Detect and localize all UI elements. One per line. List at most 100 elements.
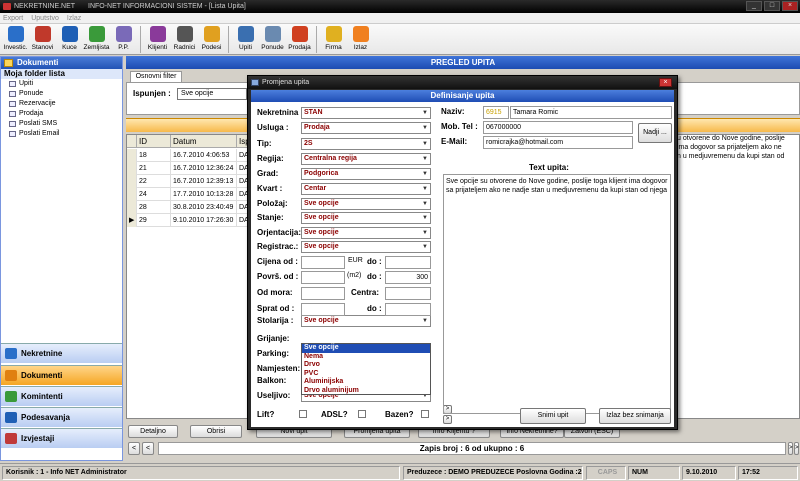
toolbar-button-prodaja[interactable]: Prodaja	[286, 24, 313, 55]
nekretnina-select[interactable]: STAN ▼	[301, 107, 431, 119]
lift-checkbox[interactable]	[299, 410, 307, 418]
cijena-to-input[interactable]	[385, 256, 431, 269]
tree-item-poslati-email[interactable]: Poslati Email	[1, 129, 122, 139]
odmora-input[interactable]	[301, 287, 345, 300]
dropdown-option[interactable]: Drvo	[302, 361, 430, 370]
toolbar-button-stanovi[interactable]: Stanovi	[29, 24, 56, 55]
dropdown-option[interactable]: Aluminijska	[302, 378, 430, 387]
cijena-from-input[interactable]	[301, 256, 345, 269]
tree-item-poslati-sms[interactable]: Poslati SMS	[1, 119, 122, 129]
bazen-checkbox[interactable]	[421, 410, 429, 418]
chevron-down-icon[interactable]: ▼	[421, 229, 429, 237]
menu-izlaz[interactable]: Izlaz	[67, 13, 81, 23]
table-row[interactable]: ▶ 29 9.10.2010 17:26:30 DA	[127, 214, 257, 227]
stolarija-select[interactable]: Sve opcije ▼	[301, 315, 431, 327]
toolbar-button-radnici[interactable]: Radnici	[171, 24, 198, 55]
tree-item-prodaja[interactable]: Prodaja	[1, 109, 122, 119]
table-row[interactable]: 21 16.7.2010 12:36:24 DA	[127, 162, 257, 175]
toolbar-button-podesi[interactable]: Podesi	[198, 24, 225, 55]
usluga-select[interactable]: Prodaja ▼	[301, 122, 431, 134]
maximize-icon[interactable]: □	[764, 1, 780, 11]
last-record-button[interactable]: >	[794, 442, 799, 455]
nav-komintenti[interactable]: Komintenti	[1, 386, 122, 406]
povrs-to-input[interactable]: 300	[385, 271, 431, 284]
menu-uputstvo[interactable]: Uputstvo	[31, 13, 59, 23]
exit-without-save-button[interactable]: Izlaz bez snimanja	[599, 408, 671, 424]
table-row[interactable]: 28 30.8.2010 23:40:49 DA	[127, 201, 257, 214]
column-header-id[interactable]: ID	[137, 135, 171, 148]
nav-podesavanja[interactable]: Podesavanja	[1, 407, 122, 427]
toolbar-button-pp[interactable]: P.P.	[110, 24, 137, 55]
nadji-button[interactable]: Nadji ...	[638, 123, 672, 143]
toolbar-button-upiti[interactable]: Upiti	[232, 24, 259, 55]
centra-input[interactable]	[385, 287, 431, 300]
row-selector[interactable]	[127, 162, 137, 175]
obrisi-button[interactable]: Obrisi	[190, 425, 242, 438]
kvart-select[interactable]: Centar ▼	[301, 183, 431, 195]
polozaj-select[interactable]: Sve opcije ▼	[301, 198, 431, 210]
row-selector[interactable]	[127, 201, 137, 214]
chevron-down-icon[interactable]: ▼	[421, 155, 429, 163]
tree-item-upiti[interactable]: Upiti	[1, 79, 122, 89]
orjentacija-select[interactable]: Sve opcije ▼	[301, 227, 431, 239]
tab-basic-filter[interactable]: Osnovni filter	[130, 71, 182, 82]
nav-nekretnine[interactable]: Nekretnine	[1, 343, 122, 363]
chevron-down-icon[interactable]: ▼	[421, 124, 429, 132]
naziv-input[interactable]: Tamara Romic	[510, 106, 672, 119]
scroll-down-button[interactable]: >	[443, 415, 452, 424]
chevron-down-icon[interactable]: ▼	[421, 200, 429, 208]
table-row[interactable]: 22 16.7.2010 12:39:13 DA	[127, 175, 257, 188]
menu-export[interactable]: Export	[3, 13, 23, 23]
stanje-select[interactable]: Sve opcije ▼	[301, 212, 431, 224]
toolbar-button-investic[interactable]: Investic.	[2, 24, 29, 55]
chevron-down-icon[interactable]: ▼	[421, 214, 429, 222]
sprat-to-input[interactable]	[385, 303, 431, 316]
row-selector[interactable]: ▶	[127, 214, 137, 227]
registrac-select[interactable]: Sve opcije ▼	[301, 241, 431, 253]
nav-dokumenti[interactable]: Dokumenti	[1, 365, 122, 385]
regija-select[interactable]: Centralna regija ▼	[301, 153, 431, 165]
detaljno-button[interactable]: Detaljno	[128, 425, 178, 438]
dropdown-option[interactable]: Sve opcije	[302, 344, 430, 353]
dropdown-option[interactable]: Drvo aluminijum	[302, 387, 430, 396]
dialog-close-icon[interactable]: ×	[659, 78, 672, 87]
column-header-datum[interactable]: Datum	[171, 135, 237, 148]
chevron-down-icon[interactable]: ▼	[421, 185, 429, 193]
mob-input[interactable]: 067000000	[483, 121, 633, 134]
save-button[interactable]: Snimi upit	[520, 408, 586, 424]
toolbar-button-zemljista[interactable]: Zemljista	[83, 24, 110, 55]
close-icon[interactable]: ×	[782, 1, 798, 11]
tree-item-ponude[interactable]: Ponude	[1, 89, 122, 99]
row-selector[interactable]	[127, 188, 137, 201]
email-input[interactable]: romicrajka@hotmail.com	[483, 136, 633, 149]
chevron-down-icon[interactable]: ▼	[421, 140, 429, 148]
inquiry-textarea[interactable]: Sve opcije su otvorene do Nove godine, p…	[443, 174, 671, 414]
chevron-down-icon[interactable]: ▼	[421, 109, 429, 117]
nav-izvjestaji[interactable]: Izvjestaji	[1, 428, 122, 448]
povrs-from-input[interactable]	[301, 271, 345, 284]
toolbar-button-ponude[interactable]: Ponude	[259, 24, 286, 55]
dropdown-option[interactable]: PVC	[302, 370, 430, 379]
grad-select[interactable]: Podgorica ▼	[301, 168, 431, 180]
tree-item-rezervacije[interactable]: Rezervacije	[1, 99, 122, 109]
sprat-from-input[interactable]	[301, 303, 345, 316]
tip-select[interactable]: 2S ▼	[301, 138, 431, 150]
toolbar-button-klijenti[interactable]: Klijenti	[144, 24, 171, 55]
next-record-button[interactable]: >	[788, 442, 793, 455]
toolbar-button-firma[interactable]: Firma	[320, 24, 347, 55]
chevron-down-icon[interactable]: ▼	[421, 317, 429, 325]
table-row[interactable]: 24 17.7.2010 10:13:28 DA	[127, 188, 257, 201]
toolbar-button-izlaz[interactable]: Izlaz	[347, 24, 374, 55]
row-selector[interactable]	[127, 175, 137, 188]
ispunjen-select[interactable]: Sve opcije	[177, 88, 247, 100]
prev-record-button[interactable]: <	[142, 442, 154, 455]
adsl-checkbox[interactable]	[358, 410, 366, 418]
toolbar-button-kuce[interactable]: Kuce	[56, 24, 83, 55]
chevron-down-icon[interactable]: ▼	[421, 170, 429, 178]
chevron-down-icon[interactable]: ▼	[421, 243, 429, 251]
minimize-icon[interactable]: _	[746, 1, 762, 11]
table-row[interactable]: 18 16.7.2010 4:06:53 DA	[127, 149, 257, 162]
dropdown-option[interactable]: Nema	[302, 353, 430, 362]
row-selector[interactable]	[127, 149, 137, 162]
first-record-button[interactable]: <	[128, 442, 140, 455]
